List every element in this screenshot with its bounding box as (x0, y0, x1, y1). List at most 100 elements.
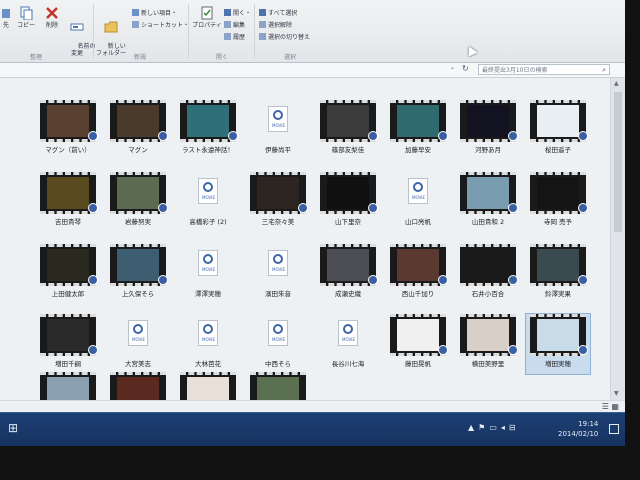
select-all-button[interactable]: すべて選択 (259, 8, 297, 17)
copy-icon (20, 6, 33, 20)
file-item[interactable]: 山田貴和 2 (456, 172, 520, 232)
video-frame (257, 177, 299, 209)
ribbon-label: 名前の 変更 (70, 43, 96, 57)
open-button[interactable]: 開く・ (224, 8, 251, 17)
file-name: 横田美野里 (471, 360, 505, 368)
file-item[interactable]: ラスト永遠神話！ (176, 100, 240, 160)
video-frame (257, 377, 299, 400)
file-item[interactable]: 篠部友梨佳 (316, 100, 380, 160)
refresh-icon[interactable]: ↻ (462, 64, 469, 73)
invert-selection-button[interactable]: 選択の切り替え (259, 32, 310, 41)
start-icon[interactable]: ⊞ (8, 421, 22, 435)
file-item[interactable]: MOVIE 伊藤尚平 (246, 100, 310, 160)
view-toggle-icon[interactable]: ☰ ▦ (602, 402, 619, 411)
file-item[interactable]: MOVIE 大宮美志 (106, 314, 170, 374)
file-name: 岩藤努実 (125, 218, 151, 226)
properties-button[interactable]: プロパティ (192, 6, 222, 29)
file-name: 吉田貴琴 (55, 218, 81, 226)
file-item[interactable]: MOVIE 濱田朱音 (246, 244, 310, 304)
media-logo-icon (203, 254, 213, 264)
video-thumbnail (40, 244, 98, 286)
file-item[interactable]: 三宅奈々美 (246, 172, 310, 232)
file-item[interactable]: 上久保そら (106, 244, 170, 304)
file-item[interactable]: 増田実穂 (525, 313, 591, 375)
scrollbar-thumb[interactable] (614, 92, 622, 232)
video-thumbnail (390, 244, 448, 286)
address-bar: ⌄ ↻ 最終提出3月10日の検索 ⌕ (0, 63, 625, 78)
clock-date: 2014/02/10 (558, 430, 599, 438)
file-item[interactable]: 岩藤努実 (106, 172, 170, 232)
scroll-down-icon[interactable]: ▼ (614, 390, 619, 397)
history-button[interactable]: 履歴 (224, 32, 245, 41)
file-name: マグン (128, 146, 148, 154)
file-item[interactable]: 桜田遥子 (526, 100, 590, 160)
file-item[interactable]: 河野あ月 (456, 100, 520, 160)
file-item[interactable] (36, 372, 100, 400)
file-item[interactable]: MOVIE 大林芭花 (176, 314, 240, 374)
file-item[interactable]: 石井小百合 (456, 244, 520, 304)
search-box[interactable]: 最終提出3月10日の検索 ⌕ (478, 64, 610, 75)
file-name: 中西そら (265, 360, 291, 368)
file-item[interactable] (246, 372, 310, 400)
file-item[interactable]: 吉田貴琴 (36, 172, 100, 232)
file-item[interactable]: 上田健太郎 (36, 244, 100, 304)
media-badge-icon (578, 275, 588, 285)
media-badge-icon (508, 131, 518, 141)
file-item[interactable] (176, 372, 240, 400)
show-desktop-icon[interactable] (609, 424, 619, 434)
delete-icon (46, 7, 58, 19)
file-item[interactable]: 増田千嗣 (36, 314, 100, 374)
scroll-up-icon[interactable]: ▲ (614, 80, 619, 87)
video-thumbnail (110, 100, 168, 142)
movie-caption: MOVIE (342, 337, 355, 342)
media-logo-icon (203, 182, 213, 192)
file-item[interactable]: MOVIE 中西そら (246, 314, 310, 374)
search-icon: ⌕ (602, 66, 606, 74)
file-item[interactable]: MOVIE 山口亮帆 (386, 172, 450, 232)
video-frame (467, 105, 509, 137)
file-name: 石井小百合 (471, 290, 505, 298)
file-item[interactable]: 山下里奈 (316, 172, 380, 232)
file-name: 桜田遥子 (545, 146, 571, 154)
pin-button[interactable]: 先 (0, 6, 12, 29)
file-item[interactable]: 横田美野里 (456, 314, 520, 374)
shortcut-button[interactable]: ショートカット・ (132, 20, 189, 29)
movie-caption: MOVIE (202, 337, 215, 342)
edit-icon (224, 21, 231, 28)
movie-file-icon: MOVIE (198, 320, 218, 346)
file-item[interactable]: 成瀬史織 (316, 244, 380, 304)
media-badge-icon (88, 275, 98, 285)
movie-file-icon: MOVIE (198, 178, 218, 204)
file-item[interactable]: 西山千加り (386, 244, 450, 304)
file-item[interactable]: MOVIE 澤澤実穂 (176, 244, 240, 304)
file-name: 長谷川七海 (331, 360, 365, 368)
movie-caption: MOVIE (272, 267, 285, 272)
file-item[interactable]: MOVIE 高橋彩子 (2) (176, 172, 240, 232)
file-item[interactable] (106, 372, 170, 400)
file-item[interactable]: マグン (106, 100, 170, 160)
file-item[interactable]: マグン（前い） (36, 100, 100, 160)
vertical-scrollbar[interactable]: ▲ ▼ (610, 78, 625, 400)
file-name: 上久保そら (121, 290, 155, 298)
media-logo-icon (273, 324, 283, 334)
file-item[interactable]: MOVIE 長谷川七海 (316, 314, 380, 374)
group-separator (254, 4, 255, 58)
file-item[interactable]: 藤田晃帆 (386, 314, 450, 374)
system-tray-icons[interactable]: ▲⚑▭◂⊟ (468, 423, 520, 432)
ribbon-label: 新しい フォルダー (96, 43, 127, 57)
media-badge-icon (508, 275, 518, 285)
clock[interactable]: 19:14 2014/02/10 (558, 419, 598, 439)
edit-button[interactable]: 編集 (224, 20, 245, 29)
delete-button[interactable]: 削除 (42, 6, 62, 29)
history-dropdown-icon[interactable]: ⌄ (450, 64, 455, 71)
copy-button[interactable]: コピー (14, 6, 38, 29)
file-item[interactable]: 寺岡 売予 (526, 172, 590, 232)
media-badge-icon (88, 345, 98, 355)
file-item[interactable]: 鈴澤実果 (526, 244, 590, 304)
select-none-button[interactable]: 選択解除 (259, 20, 292, 29)
new-folder-button[interactable]: 新しい フォルダー (96, 6, 126, 64)
rename-button[interactable]: 名前の 変更 (66, 6, 95, 64)
file-item[interactable]: 加藤早安 (386, 100, 450, 160)
ribbon-label: コピー (16, 22, 35, 29)
new-item-button[interactable]: 新しい項目・ (132, 8, 177, 17)
